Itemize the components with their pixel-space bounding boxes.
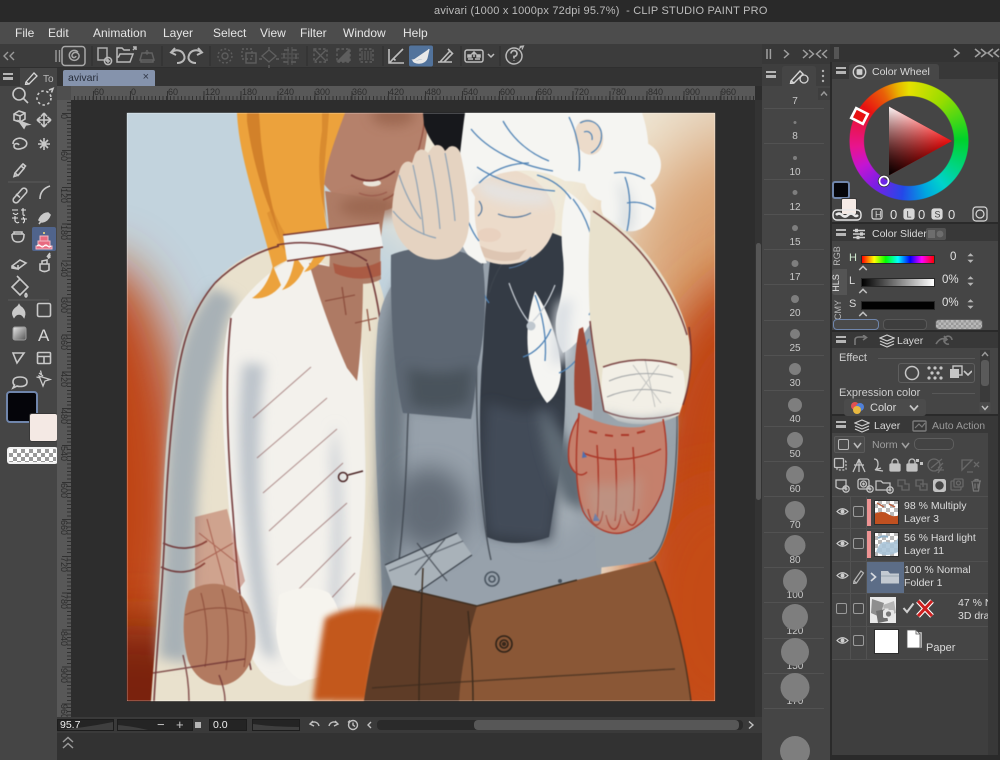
svg-text:H: H — [875, 210, 882, 220]
svg-text:0: 0 — [918, 207, 925, 222]
svg-text:L: L — [907, 210, 912, 220]
svg-text:S: S — [935, 210, 941, 220]
svg-text:0: 0 — [890, 207, 897, 222]
svg-text:To: To — [43, 74, 54, 85]
svg-text:A: A — [38, 326, 50, 345]
svg-text:0: 0 — [948, 207, 955, 222]
